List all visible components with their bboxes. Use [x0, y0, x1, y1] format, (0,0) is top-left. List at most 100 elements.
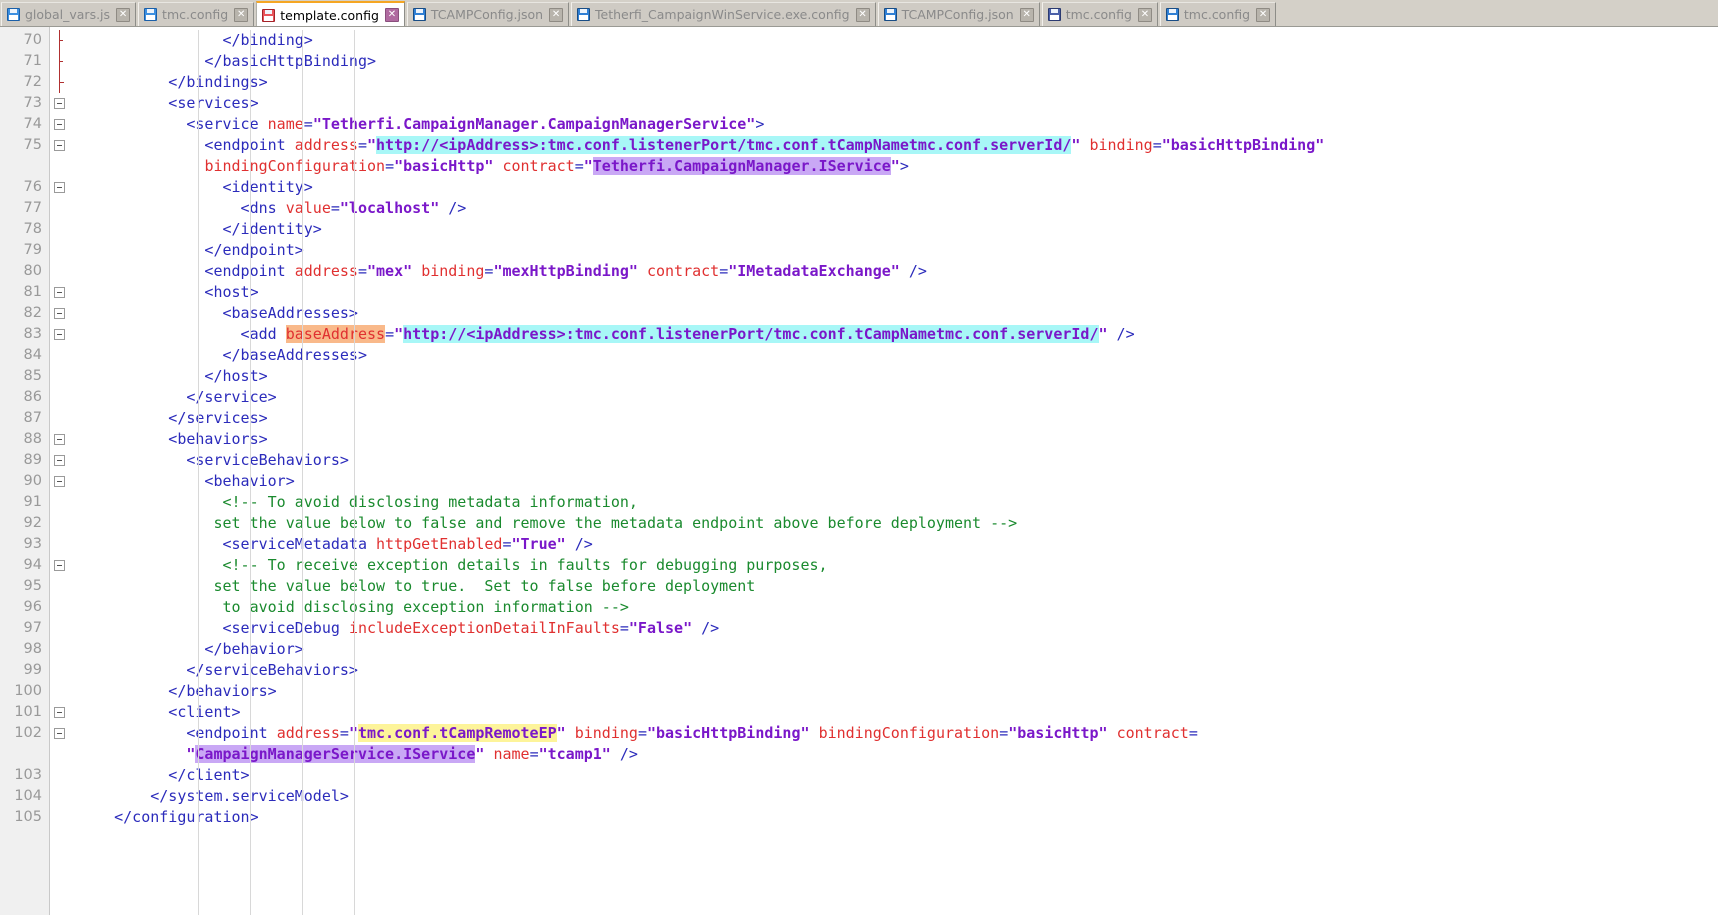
- code-line[interactable]: <service name="Tetherfi.CampaignManager.…: [72, 114, 1718, 135]
- tab-tetherfi-campaignwinservice-exe-config[interactable]: Tetherfi_CampaignWinService.exe.config✕: [571, 2, 876, 26]
- fold-marker[interactable]: [50, 723, 72, 744]
- code-line[interactable]: set the value below to false and remove …: [72, 513, 1718, 534]
- fold-marker: [50, 576, 72, 597]
- close-icon[interactable]: ✕: [116, 8, 130, 22]
- collapse-icon[interactable]: [54, 455, 65, 466]
- line-number: 82: [0, 303, 49, 324]
- code-line[interactable]: </identity>: [72, 219, 1718, 240]
- fold-marker[interactable]: [50, 324, 72, 345]
- collapse-icon[interactable]: [54, 119, 65, 130]
- code-line[interactable]: <host>: [72, 282, 1718, 303]
- fold-marker[interactable]: [50, 114, 72, 135]
- code-line[interactable]: <baseAddresses>: [72, 303, 1718, 324]
- code-line[interactable]: <endpoint address="mex" binding="mexHttp…: [72, 261, 1718, 282]
- tab-tmc-config[interactable]: tmc.config✕: [1160, 2, 1276, 26]
- code-line[interactable]: <client>: [72, 702, 1718, 723]
- code-line[interactable]: <!-- To receive exception details in fau…: [72, 555, 1718, 576]
- fold-marker[interactable]: [50, 177, 72, 198]
- code-line[interactable]: <endpoint address="tmc.conf.tCampRemoteE…: [72, 723, 1718, 744]
- code-line[interactable]: </client>: [72, 765, 1718, 786]
- fold-line: [59, 30, 60, 51]
- code-area[interactable]: </binding> </basicHttpBinding> </binding…: [72, 27, 1718, 915]
- code-line[interactable]: <serviceBehaviors>: [72, 450, 1718, 471]
- code-line[interactable]: <behavior>: [72, 471, 1718, 492]
- line-number: 89: [0, 450, 49, 471]
- code-line[interactable]: <serviceDebug includeExceptionDetailInFa…: [72, 618, 1718, 639]
- fold-marker: [50, 765, 72, 786]
- code-line[interactable]: </endpoint>: [72, 240, 1718, 261]
- code-line[interactable]: </system.serviceModel>: [72, 786, 1718, 807]
- tab-global-vars-js[interactable]: global_vars.js✕: [1, 2, 136, 26]
- close-icon[interactable]: ✕: [549, 8, 563, 22]
- fold-marker[interactable]: [50, 555, 72, 576]
- code-line[interactable]: <services>: [72, 93, 1718, 114]
- collapse-icon[interactable]: [54, 287, 65, 298]
- collapse-icon[interactable]: [54, 434, 65, 445]
- fold-marker[interactable]: [50, 450, 72, 471]
- code-line[interactable]: <serviceMetadata httpGetEnabled="True" /…: [72, 534, 1718, 555]
- fold-marker[interactable]: [50, 303, 72, 324]
- close-icon[interactable]: ✕: [1256, 8, 1270, 22]
- fold-marker: [50, 618, 72, 639]
- code-line[interactable]: to avoid disclosing exception informatio…: [72, 597, 1718, 618]
- code-line[interactable]: <add baseAddress="http://<ipAddress>:tmc…: [72, 324, 1718, 345]
- tab-template-config[interactable]: template.config ✕: [256, 1, 405, 27]
- code-line[interactable]: </host>: [72, 366, 1718, 387]
- close-icon[interactable]: ✕: [1138, 8, 1152, 22]
- code-folding-gutter[interactable]: [50, 27, 72, 915]
- fold-marker[interactable]: [50, 429, 72, 450]
- code-line[interactable]: </baseAddresses>: [72, 345, 1718, 366]
- close-icon[interactable]: ✕: [1020, 8, 1034, 22]
- fold-marker: [50, 534, 72, 555]
- code-line[interactable]: </binding>: [72, 30, 1718, 51]
- tab-label: template.config: [280, 8, 379, 23]
- code-line[interactable]: <dns value="localhost" />: [72, 198, 1718, 219]
- collapse-icon[interactable]: [54, 560, 65, 571]
- fold-marker: [50, 639, 72, 660]
- code-line[interactable]: <identity>: [72, 177, 1718, 198]
- close-icon[interactable]: ✕: [385, 8, 399, 22]
- fold-marker[interactable]: [50, 702, 72, 723]
- line-number: [0, 156, 49, 177]
- code-line[interactable]: </behavior>: [72, 639, 1718, 660]
- fold-marker[interactable]: [50, 471, 72, 492]
- code-line[interactable]: "CampaignManagerService.IService" name="…: [72, 744, 1718, 765]
- collapse-icon[interactable]: [54, 707, 65, 718]
- code-line[interactable]: </bindings>: [72, 72, 1718, 93]
- collapse-icon[interactable]: [54, 182, 65, 193]
- code-editor[interactable]: 7071727374757677787980818283848586878889…: [0, 27, 1718, 915]
- code-line[interactable]: </serviceBehaviors>: [72, 660, 1718, 681]
- code-line[interactable]: </configuration>: [72, 807, 1718, 828]
- line-number: 81: [0, 282, 49, 303]
- collapse-icon[interactable]: [54, 308, 65, 319]
- code-line[interactable]: bindingConfiguration="basicHttp" contrac…: [72, 156, 1718, 177]
- tab-tcampconfig-json[interactable]: TCAMPConfig.json✕: [878, 2, 1040, 26]
- collapse-icon[interactable]: [54, 476, 65, 487]
- fold-marker[interactable]: [50, 135, 72, 156]
- collapse-icon[interactable]: [54, 329, 65, 340]
- fold-marker[interactable]: [50, 282, 72, 303]
- collapse-icon[interactable]: [54, 140, 65, 151]
- code-line[interactable]: </service>: [72, 387, 1718, 408]
- close-icon[interactable]: ✕: [234, 8, 248, 22]
- collapse-icon[interactable]: [54, 98, 65, 109]
- tab-tmc-config[interactable]: tmc.config✕: [138, 2, 254, 26]
- code-line[interactable]: <behaviors>: [72, 429, 1718, 450]
- code-line[interactable]: </basicHttpBinding>: [72, 51, 1718, 72]
- line-number: 71: [0, 51, 49, 72]
- collapse-icon[interactable]: [54, 728, 65, 739]
- code-line[interactable]: </services>: [72, 408, 1718, 429]
- close-icon[interactable]: ✕: [856, 8, 870, 22]
- code-line[interactable]: set the value below to true. Set to fals…: [72, 576, 1718, 597]
- line-number: 94: [0, 555, 49, 576]
- line-number: [0, 744, 49, 765]
- code-line[interactable]: </behaviors>: [72, 681, 1718, 702]
- line-number: 78: [0, 219, 49, 240]
- fold-marker[interactable]: [50, 93, 72, 114]
- code-line[interactable]: <endpoint address="http://<ipAddress>:tm…: [72, 135, 1718, 156]
- tab-tmc-config[interactable]: tmc.config✕: [1042, 2, 1158, 26]
- floppy-disk-icon: [144, 8, 157, 21]
- line-number: 73: [0, 93, 49, 114]
- tab-tcampconfig-json[interactable]: TCAMPConfig.json✕: [407, 2, 569, 26]
- code-line[interactable]: <!-- To avoid disclosing metadata inform…: [72, 492, 1718, 513]
